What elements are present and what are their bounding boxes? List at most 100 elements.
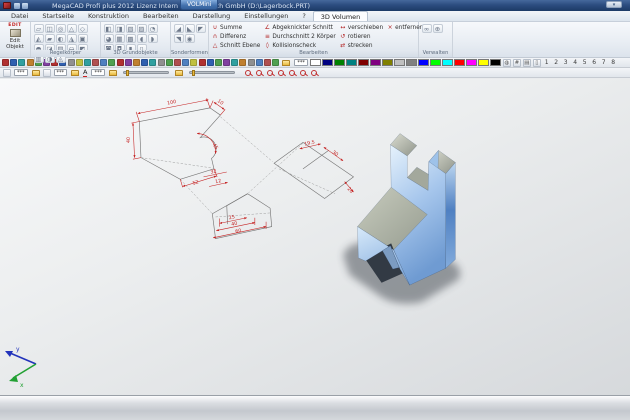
solid-primitive-icon[interactable]: ◐ <box>56 34 66 43</box>
toolbar-icon[interactable] <box>248 59 255 66</box>
special-shape-icon[interactable]: ◉ <box>185 34 195 43</box>
base-object-icon[interactable]: ◗ <box>148 34 158 43</box>
color-swatch[interactable] <box>490 59 501 66</box>
schnitt-ebene-button[interactable]: △Schnitt Ebene <box>211 41 260 50</box>
toolbar-icon[interactable] <box>2 59 9 66</box>
menu-startseite[interactable]: Startseite <box>35 11 81 21</box>
color-swatch[interactable] <box>322 59 333 66</box>
folder-icon[interactable] <box>282 60 290 66</box>
toolbar-icon[interactable] <box>190 59 197 66</box>
color-swatch[interactable] <box>346 59 357 66</box>
base-object-icon[interactable]: ▧ <box>126 24 136 33</box>
color-swatch[interactable] <box>454 59 465 66</box>
zoom-tool-icon[interactable] <box>256 70 262 76</box>
menu-konstruktion[interactable]: Konstruktion <box>81 11 136 21</box>
view-number-button[interactable]: 4 <box>570 59 580 66</box>
quick-access-icon[interactable] <box>22 3 28 9</box>
folder-icon[interactable] <box>175 70 183 76</box>
toolbar-icon[interactable] <box>10 59 17 66</box>
color-swatch[interactable] <box>382 59 393 66</box>
toolbar-icon[interactable] <box>199 59 206 66</box>
rotieren-button[interactable]: ↺rotieren <box>339 32 383 41</box>
solid-primitive-icon[interactable]: △ <box>67 24 77 33</box>
manage-icon[interactable]: ⊕ <box>433 24 443 33</box>
folder-icon[interactable] <box>71 70 79 76</box>
view-number-button[interactable]: 1 <box>542 59 552 66</box>
menu-einstellungen[interactable]: Einstellungen <box>237 11 295 21</box>
special-shape-icon[interactable]: ◥ <box>174 34 184 43</box>
group-select-icon[interactable] <box>3 69 11 77</box>
toolbar-icon[interactable] <box>117 59 124 66</box>
slider-knob[interactable] <box>126 70 129 76</box>
toolbar-icon[interactable] <box>18 59 25 66</box>
menu-darstellung[interactable]: Darstellung <box>186 11 238 21</box>
entfernen-button[interactable]: ×entfernen <box>386 23 423 32</box>
base-object-icon[interactable]: ◕ <box>104 34 114 43</box>
kollisionscheck-button[interactable]: ◊Kollisionscheck <box>263 41 335 50</box>
solid-primitive-icon[interactable]: ◎ <box>56 24 66 33</box>
base-object-icon[interactable]: ▦ <box>115 34 125 43</box>
solid-primitive-icon[interactable]: ◫ <box>45 24 55 33</box>
toolbar-icon[interactable] <box>264 59 271 66</box>
special-shape-icon[interactable]: ◣ <box>185 24 195 33</box>
solid-primitive-icon[interactable]: ◮ <box>67 34 77 43</box>
toolbar-icon[interactable] <box>215 59 222 66</box>
solid-primitive-icon[interactable]: ◇ <box>78 24 88 33</box>
toolbar-icon[interactable] <box>108 59 115 66</box>
menu-datei[interactable]: Datei <box>4 11 35 21</box>
color-swatch[interactable] <box>370 59 381 66</box>
zoom-tool-icon[interactable] <box>278 70 284 76</box>
layer-name-field[interactable]: *** <box>54 69 68 76</box>
toolbar-icon[interactable] <box>231 59 238 66</box>
toolbar-icon[interactable] <box>133 59 140 66</box>
zoom-tool-icon[interactable] <box>245 70 251 76</box>
toolbar-icon[interactable] <box>239 59 246 66</box>
view-number-button[interactable]: 3 <box>561 59 571 66</box>
toolbar-icon[interactable] <box>125 59 132 66</box>
view-number-button[interactable]: 6 <box>589 59 599 66</box>
color-swatch[interactable] <box>430 59 441 66</box>
toolbar-icon[interactable] <box>174 59 181 66</box>
drawing-canvas[interactable]: 100 10 45 40 52 32 12 25 40 60 19.5 30 2… <box>0 79 630 395</box>
menu-bearbeiten[interactable]: Bearbeiten <box>136 11 186 21</box>
color-swatch[interactable] <box>466 59 477 66</box>
zoom-tool-icon[interactable] <box>311 70 317 76</box>
zoom-tool-icon[interactable] <box>300 70 306 76</box>
app-tab-volmini[interactable]: VOLMini <box>180 0 218 10</box>
base-object-icon[interactable]: ▩ <box>126 34 136 43</box>
base-object-icon[interactable]: ◔ <box>148 24 158 33</box>
toolbar-icon[interactable] <box>166 59 173 66</box>
zoom-tool-icon[interactable] <box>267 70 273 76</box>
view-number-button[interactable]: 2 <box>551 59 561 66</box>
color-swatch[interactable] <box>442 59 453 66</box>
special-shape-icon[interactable]: ◤ <box>196 24 206 33</box>
view-number-button[interactable]: 5 <box>580 59 590 66</box>
durchschnitt-button[interactable]: ≡Durchschnitt 2 Körper <box>263 32 335 41</box>
current-color-swatch[interactable] <box>310 59 321 66</box>
base-object-icon[interactable]: ◧ <box>104 24 114 33</box>
slider-knob[interactable] <box>192 70 195 76</box>
edit-object-button[interactable]: EDIT Edit Objekt <box>2 23 28 50</box>
toolbar-icon[interactable] <box>141 59 148 66</box>
folder-icon[interactable] <box>32 70 40 76</box>
tab-3d-volumen[interactable]: 3D Volumen <box>313 11 369 21</box>
base-object-icon[interactable]: ◨ <box>115 24 125 33</box>
color-swatch[interactable] <box>334 59 345 66</box>
folder-icon[interactable] <box>109 70 117 76</box>
scale-slider[interactable] <box>189 71 235 74</box>
color-swatch[interactable] <box>406 59 417 66</box>
color-swatch[interactable] <box>418 59 429 66</box>
group-field[interactable]: *** <box>14 69 28 76</box>
verschieben-button[interactable]: ↔verschieben <box>339 23 383 32</box>
menu-help[interactable]: ? <box>295 11 312 21</box>
minimize-ribbon-button[interactable]: ▾ <box>606 1 622 8</box>
toolbar-icon[interactable] <box>182 59 189 66</box>
toolbar-icon[interactable] <box>100 59 107 66</box>
base-object-icon[interactable]: ◖ <box>137 34 147 43</box>
toolbar-icon[interactable] <box>272 59 279 66</box>
solid-primitive-icon[interactable]: ▰ <box>45 34 55 43</box>
pen-field[interactable]: *** <box>91 69 105 76</box>
toolbar-icon[interactable] <box>256 59 263 66</box>
color-swatch[interactable] <box>394 59 405 66</box>
toolbar-misc-icon[interactable]: ◍ <box>503 59 511 67</box>
